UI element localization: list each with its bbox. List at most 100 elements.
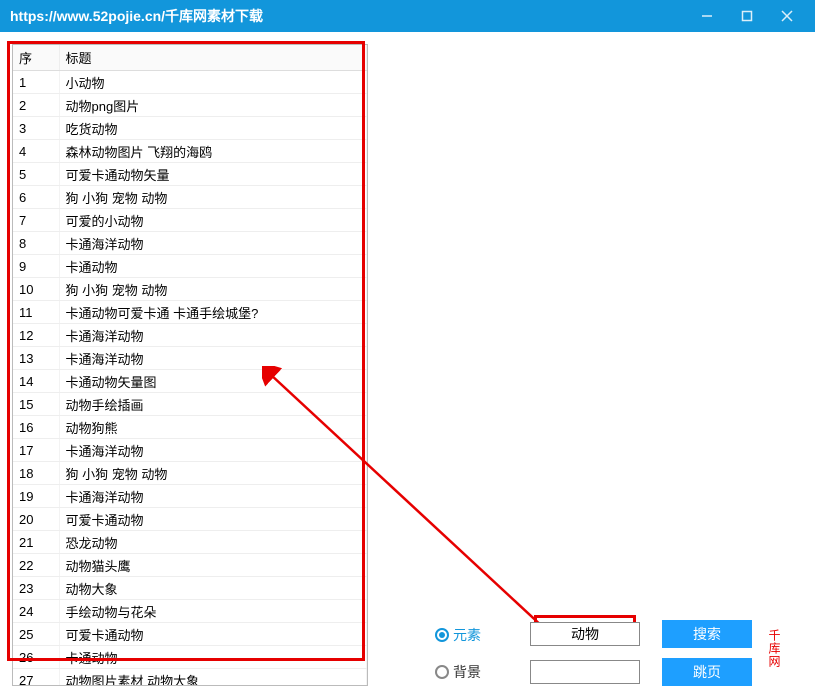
cell-seq: 7 [13, 209, 59, 232]
table-row[interactable]: 25可爱卡通动物 [13, 623, 367, 646]
table-row[interactable]: 12卡通海洋动物 [13, 324, 367, 347]
cell-seq: 3 [13, 117, 59, 140]
cell-seq: 11 [13, 301, 59, 324]
table-row[interactable]: 11卡通动物可爱卡通 卡通手绘城堡? [13, 301, 367, 324]
close-button[interactable] [767, 0, 807, 32]
cell-seq: 5 [13, 163, 59, 186]
table-row[interactable]: 26卡通动物 [13, 646, 367, 669]
cell-title: 动物手绘插画 [59, 393, 367, 416]
table-row[interactable]: 23动物大象 [13, 577, 367, 600]
cell-title: 狗 小狗 宠物 动物 [59, 278, 367, 301]
minimize-button[interactable] [687, 0, 727, 32]
table-row[interactable]: 3吃货动物 [13, 117, 367, 140]
header-seq[interactable]: 序 [13, 45, 59, 71]
table-row[interactable]: 27动物图片素材 动物大象 [13, 669, 367, 686]
table-row[interactable]: 21恐龙动物 [13, 531, 367, 554]
cell-seq: 27 [13, 669, 59, 686]
table-row[interactable]: 16动物狗熊 [13, 416, 367, 439]
table-row[interactable]: 6狗 小狗 宠物 动物 [13, 186, 367, 209]
cell-title: 狗 小狗 宠物 动物 [59, 186, 367, 209]
radio-element[interactable]: 元素 [435, 625, 481, 645]
cell-title: 卡通动物 [59, 255, 367, 278]
client-area: 序 标题 1小动物2动物png图片3吃货动物4森林动物图片 飞翔的海鸥5可爱卡通… [0, 32, 815, 700]
cell-title: 动物大象 [59, 577, 367, 600]
cell-seq: 22 [13, 554, 59, 577]
results-table: 序 标题 1小动物2动物png图片3吃货动物4森林动物图片 飞翔的海鸥5可爱卡通… [13, 45, 367, 685]
table-row[interactable]: 9卡通动物 [13, 255, 367, 278]
cell-title: 手绘动物与花朵 [59, 600, 367, 623]
header-title[interactable]: 标题 [59, 45, 367, 71]
search-input[interactable] [530, 622, 640, 646]
cell-title: 吃货动物 [59, 117, 367, 140]
watermark-text: 千库网 [766, 629, 783, 668]
cell-title: 动物狗熊 [59, 416, 367, 439]
radio-dot-checked-icon [435, 628, 449, 642]
radio-dot-unchecked-icon [435, 665, 449, 679]
jump-page-button[interactable]: 跳页 [662, 658, 752, 686]
search-button[interactable]: 搜索 [662, 620, 752, 648]
table-row[interactable]: 2动物png图片 [13, 94, 367, 117]
cell-seq: 20 [13, 508, 59, 531]
title-bar: https://www.52pojie.cn/千库网素材下载 [0, 0, 815, 32]
cell-seq: 12 [13, 324, 59, 347]
cell-seq: 2 [13, 94, 59, 117]
table-row[interactable]: 10狗 小狗 宠物 动物 [13, 278, 367, 301]
table-row[interactable]: 7可爱的小动物 [13, 209, 367, 232]
table-row[interactable]: 19卡通海洋动物 [13, 485, 367, 508]
cell-seq: 8 [13, 232, 59, 255]
cell-title: 卡通动物可爱卡通 卡通手绘城堡? [59, 301, 367, 324]
cell-seq: 15 [13, 393, 59, 416]
cell-title: 小动物 [59, 71, 367, 94]
table-row[interactable]: 8卡通海洋动物 [13, 232, 367, 255]
table-row[interactable]: 24手绘动物与花朵 [13, 600, 367, 623]
cell-title: 森林动物图片 飞翔的海鸥 [59, 140, 367, 163]
cell-seq: 4 [13, 140, 59, 163]
table-header-row: 序 标题 [13, 45, 367, 71]
results-panel: 序 标题 1小动物2动物png图片3吃货动物4森林动物图片 飞翔的海鸥5可爱卡通… [12, 44, 368, 686]
cell-title: 可爱卡通动物矢量 [59, 163, 367, 186]
cell-seq: 13 [13, 347, 59, 370]
table-row[interactable]: 13卡通海洋动物 [13, 347, 367, 370]
window-title: https://www.52pojie.cn/千库网素材下载 [10, 6, 687, 26]
cell-seq: 25 [13, 623, 59, 646]
cell-seq: 9 [13, 255, 59, 278]
table-row[interactable]: 14卡通动物矢量图 [13, 370, 367, 393]
cell-seq: 6 [13, 186, 59, 209]
cell-seq: 18 [13, 462, 59, 485]
cell-title: 卡通动物 [59, 646, 367, 669]
cell-title: 卡通海洋动物 [59, 324, 367, 347]
cell-title: 卡通海洋动物 [59, 232, 367, 255]
cell-seq: 17 [13, 439, 59, 462]
table-row[interactable]: 15动物手绘插画 [13, 393, 367, 416]
cell-seq: 1 [13, 71, 59, 94]
table-row[interactable]: 18狗 小狗 宠物 动物 [13, 462, 367, 485]
cell-title: 动物猫头鹰 [59, 554, 367, 577]
cell-title: 卡通动物矢量图 [59, 370, 367, 393]
cell-title: 狗 小狗 宠物 动物 [59, 462, 367, 485]
cell-seq: 10 [13, 278, 59, 301]
radio-background-label: 背景 [453, 662, 481, 682]
cell-title: 可爱卡通动物 [59, 508, 367, 531]
cell-title: 卡通海洋动物 [59, 485, 367, 508]
cell-seq: 14 [13, 370, 59, 393]
cell-title: 卡通海洋动物 [59, 347, 367, 370]
table-row[interactable]: 22动物猫头鹰 [13, 554, 367, 577]
table-row[interactable]: 17卡通海洋动物 [13, 439, 367, 462]
cell-title: 卡通海洋动物 [59, 439, 367, 462]
table-row[interactable]: 1小动物 [13, 71, 367, 94]
cell-seq: 26 [13, 646, 59, 669]
table-row[interactable]: 5可爱卡通动物矢量 [13, 163, 367, 186]
cell-title: 动物png图片 [59, 94, 367, 117]
cell-title: 可爱的小动物 [59, 209, 367, 232]
radio-background[interactable]: 背景 [435, 662, 481, 682]
page-input[interactable] [530, 660, 640, 684]
cell-title: 可爱卡通动物 [59, 623, 367, 646]
cell-title: 动物图片素材 动物大象 [59, 669, 367, 686]
table-row[interactable]: 4森林动物图片 飞翔的海鸥 [13, 140, 367, 163]
maximize-button[interactable] [727, 0, 767, 32]
cell-seq: 16 [13, 416, 59, 439]
cell-seq: 21 [13, 531, 59, 554]
cell-title: 恐龙动物 [59, 531, 367, 554]
table-row[interactable]: 20可爱卡通动物 [13, 508, 367, 531]
results-scroll[interactable]: 序 标题 1小动物2动物png图片3吃货动物4森林动物图片 飞翔的海鸥5可爱卡通… [13, 45, 367, 685]
